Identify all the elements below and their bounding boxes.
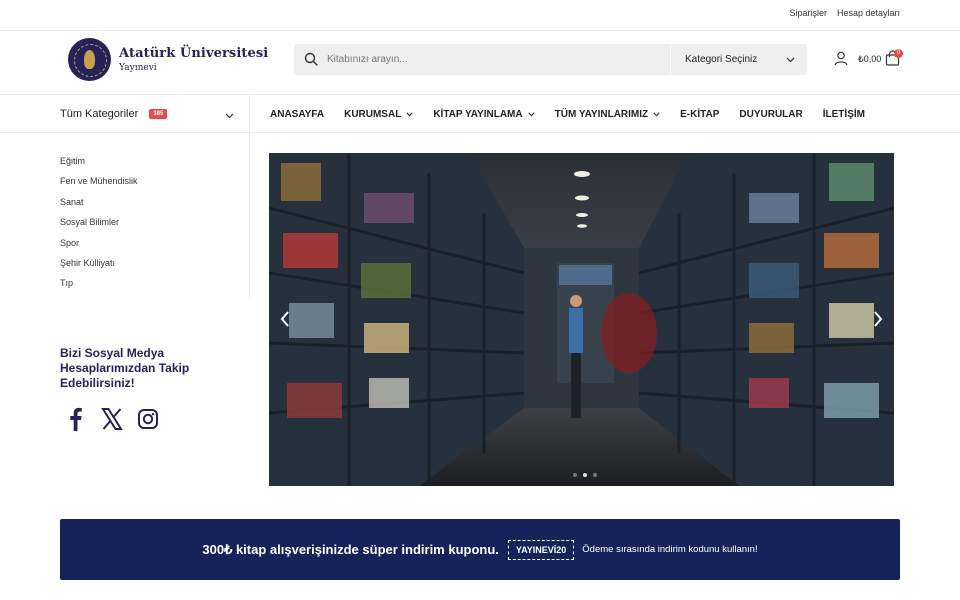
site-logo[interactable]: Atatürk Üniversitesi Yayınevi: [68, 38, 268, 81]
category-item-fen-muhendislik[interactable]: Fen ve Mühendislik: [60, 176, 138, 196]
sidebar-divider: [249, 133, 250, 298]
category-item-tip[interactable]: Tıp: [60, 278, 138, 298]
primary-menu: ANASAYFA KURUMSAL KİTAP YAYINLAMA TÜM YA…: [270, 95, 865, 133]
search-bar: Kategori Seçiniz: [294, 44, 807, 75]
category-select-label: Kategori Seçiniz: [685, 54, 758, 65]
category-item-sosyal-bilimler[interactable]: Sosyal Bilimler: [60, 217, 138, 237]
cart-total[interactable]: ₺0,00: [858, 54, 881, 65]
category-select[interactable]: Kategori Seçiniz: [670, 44, 807, 75]
header: Atatürk Üniversitesi Yayınevi Kategori S…: [0, 31, 960, 95]
top-bar: Siparişler Hesap detayları: [0, 0, 960, 31]
coupon-banner: 300₺ kitap alışverişinizde süper indirim…: [60, 519, 900, 580]
category-item-sanat[interactable]: Sanat: [60, 197, 138, 217]
category-count-badge: 385: [149, 109, 168, 119]
university-seal-icon: [68, 38, 111, 81]
chevron-down-icon: [528, 111, 535, 117]
slider-dot-active[interactable]: [583, 473, 587, 477]
chevron-down-icon: [653, 111, 660, 117]
social-links: [64, 406, 160, 432]
cart-count-badge: 0: [894, 49, 903, 58]
nav-item-kitap-yayinlama[interactable]: KİTAP YAYINLAMA: [433, 109, 535, 120]
chevron-down-icon: [406, 111, 413, 117]
orders-link[interactable]: Siparişler: [789, 8, 827, 18]
facebook-icon[interactable]: [64, 406, 88, 432]
slider-prev-arrow-icon[interactable]: [278, 309, 292, 329]
user-icon[interactable]: [834, 51, 848, 71]
chevron-down-icon: [786, 55, 795, 66]
nav-item-kurumsal[interactable]: KURUMSAL: [344, 109, 413, 120]
coupon-code[interactable]: YAYINEVİ20: [507, 539, 575, 560]
bookstore-interior-photo: [269, 153, 894, 486]
logo-name: Atatürk Üniversitesi: [119, 46, 269, 61]
nav-item-anasayfa[interactable]: ANASAYFA: [270, 109, 324, 120]
search-icon[interactable]: [304, 52, 318, 66]
all-categories-label: Tüm Kategoriler: [60, 108, 139, 120]
slider-dot[interactable]: [573, 473, 577, 477]
instagram-icon[interactable]: [136, 406, 160, 432]
category-item-egitim[interactable]: Eğitim: [60, 156, 138, 176]
hero-slider[interactable]: [269, 153, 894, 486]
coupon-note: Ödeme sırasında indirim kodunu kullanın!: [582, 544, 758, 555]
category-list: Eğitim Fen ve Mühendislik Sanat Sosyal B…: [60, 156, 138, 299]
account-details-link[interactable]: Hesap detayları: [837, 8, 900, 18]
nav-item-tum-yayinlarimiz[interactable]: TÜM YAYINLARIMIZ: [555, 109, 661, 120]
search-input[interactable]: [327, 44, 657, 75]
chevron-down-icon: [225, 110, 234, 122]
category-item-sehir-kulliyati[interactable]: Şehir Külliyatı: [60, 258, 138, 278]
nav-item-duyurular[interactable]: DUYURULAR: [739, 109, 802, 120]
social-title: Bizi Sosyal Medya Hesaplarımızdan Takip …: [60, 346, 190, 390]
slider-dot[interactable]: [593, 473, 597, 477]
main-navbar: Tüm Kategoriler 385 ANASAYFA KURUMSAL Kİ…: [0, 95, 960, 133]
coupon-headline: 300₺ kitap alışverişinizde süper indirim…: [202, 541, 499, 557]
category-item-spor[interactable]: Spor: [60, 238, 138, 258]
logo-subtitle: Yayınevi: [119, 63, 157, 73]
slider-dots: [573, 473, 597, 477]
nav-item-iletisim[interactable]: İLETİŞİM: [823, 109, 865, 120]
all-categories-toggle[interactable]: Tüm Kategoriler 385: [60, 95, 250, 133]
slider-next-arrow-icon[interactable]: [871, 309, 885, 329]
account-links: Siparişler Hesap detayları: [789, 8, 900, 18]
x-icon[interactable]: [100, 406, 124, 432]
nav-item-e-kitap[interactable]: E-KİTAP: [680, 109, 719, 120]
